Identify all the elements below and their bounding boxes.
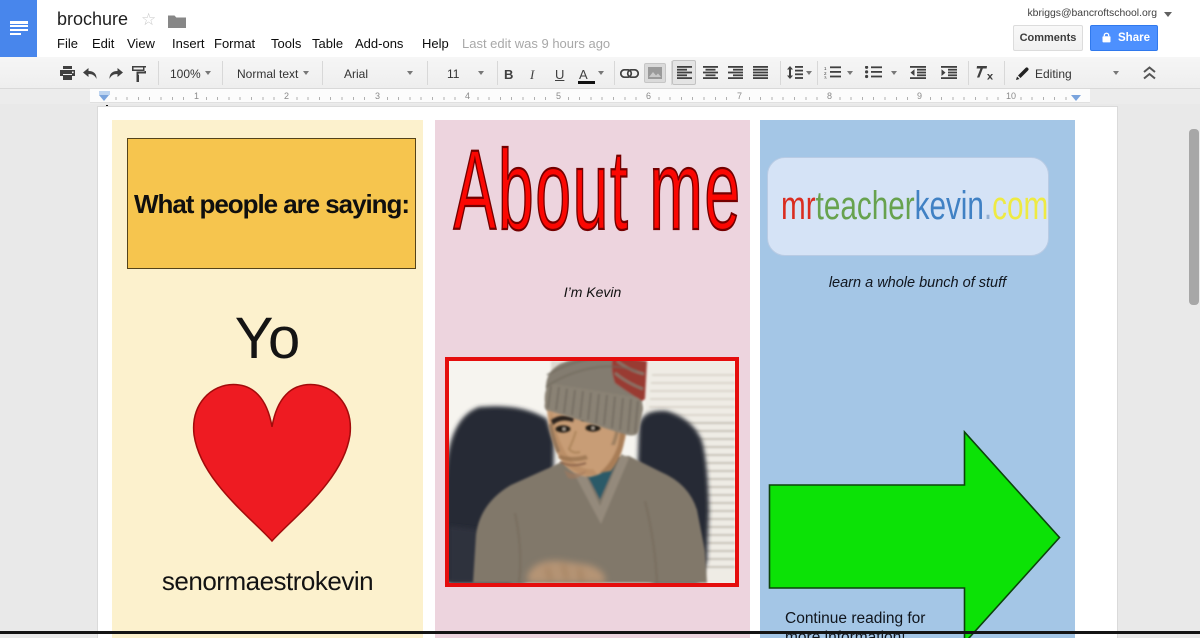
svg-text:3: 3 (824, 76, 827, 80)
